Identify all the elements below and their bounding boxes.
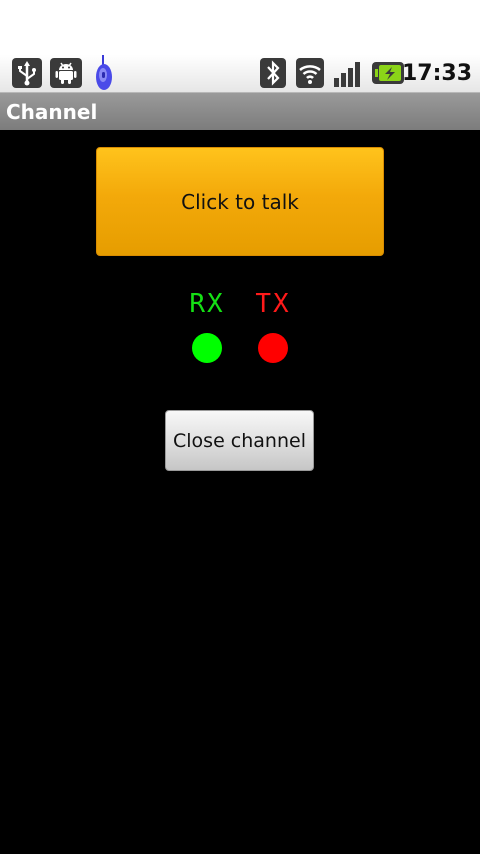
tx-indicator-led <box>258 333 288 363</box>
rx-indicator-led <box>192 333 222 363</box>
signal-icon <box>333 58 365 88</box>
tx-label: TX <box>255 289 291 319</box>
talk-button[interactable]: Click to talk <box>96 147 384 256</box>
title-bar: Channel <box>0 92 480 130</box>
status-time: 17:33 <box>401 61 472 86</box>
status-bar[interactable]: 17:33 <box>0 55 480 92</box>
wifi-icon <box>296 58 324 88</box>
walkie-talkie-icon <box>94 55 114 91</box>
battery-charging-icon <box>372 61 404 85</box>
page-title: Channel <box>6 100 98 124</box>
talk-button-label: Click to talk <box>181 189 299 214</box>
close-channel-button[interactable]: Close channel <box>165 410 314 471</box>
rx-label: RX <box>189 289 225 319</box>
close-channel-button-label: Close channel <box>173 429 306 452</box>
android-debug-icon <box>50 58 82 88</box>
usb-icon <box>12 58 42 88</box>
bluetooth-icon <box>260 58 286 88</box>
top-blank-area <box>0 0 480 55</box>
